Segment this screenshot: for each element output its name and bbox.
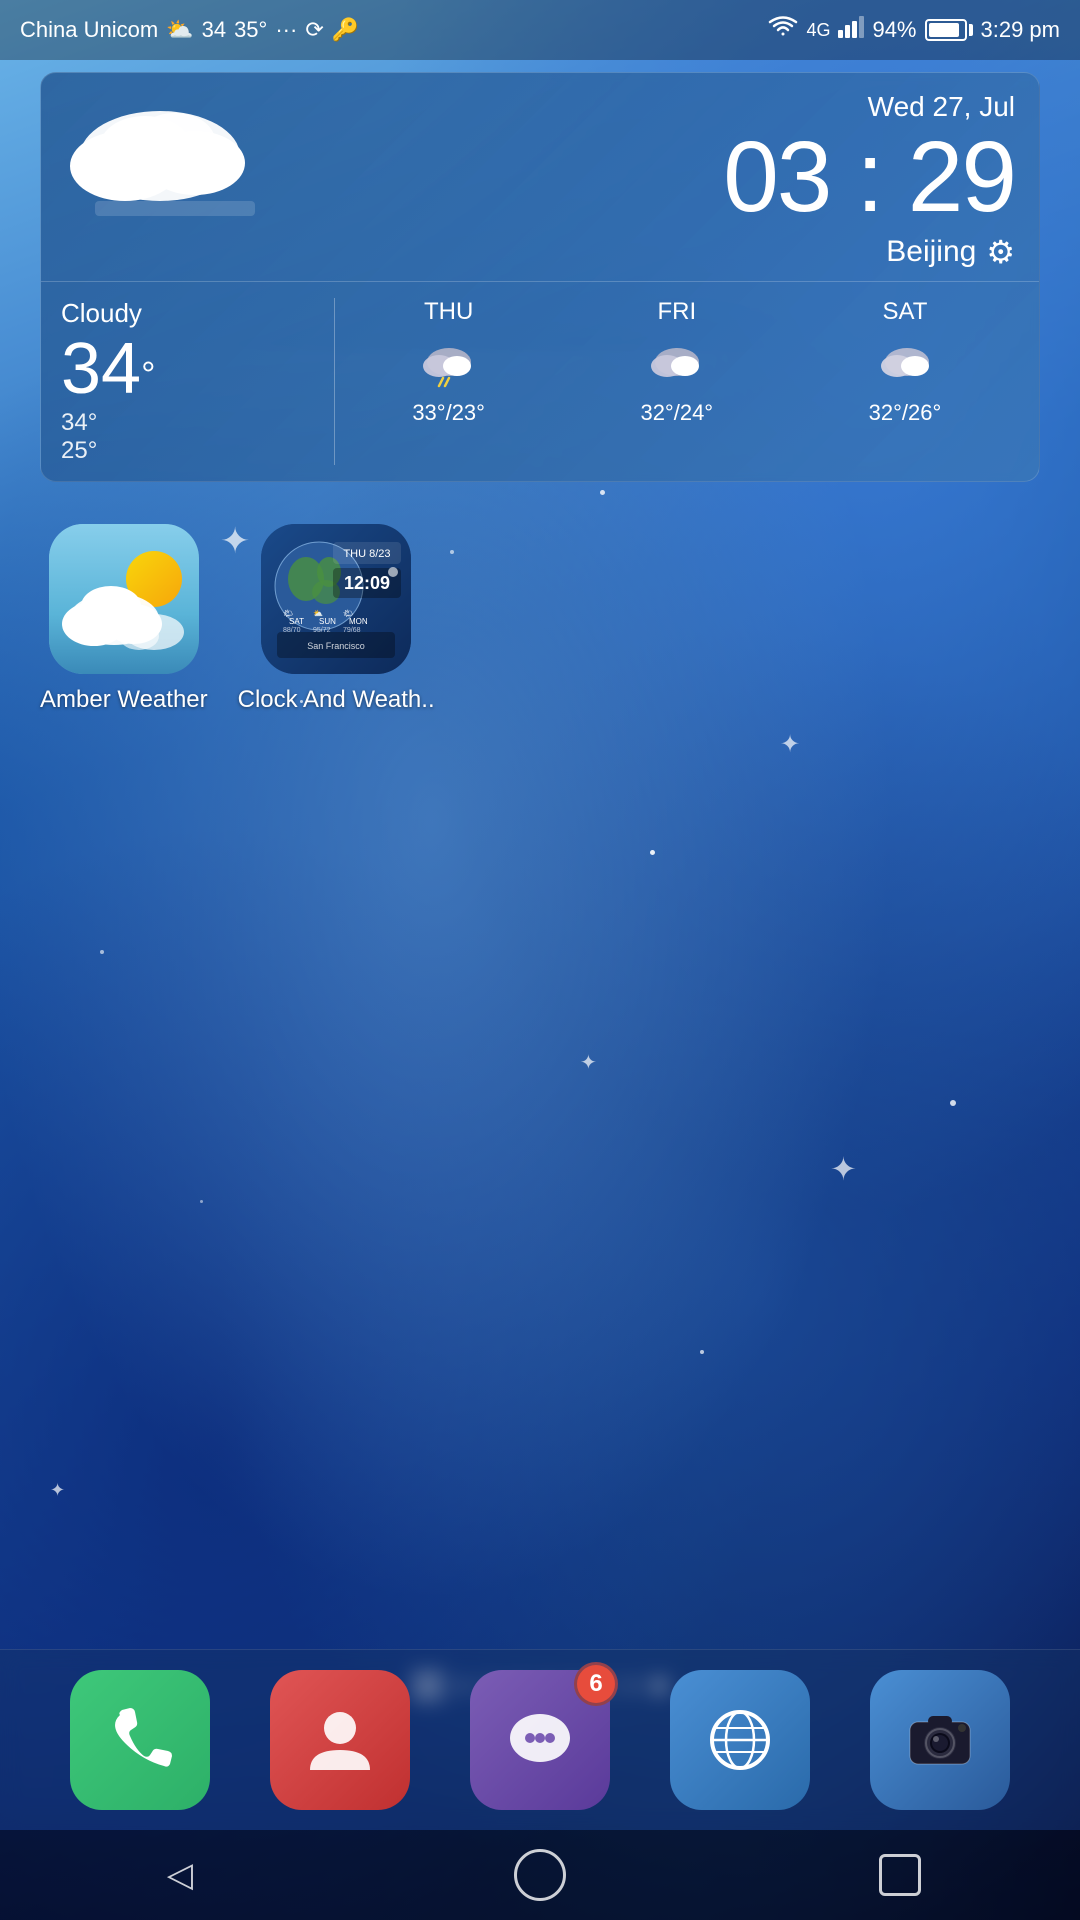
- nav-bar: ◁: [0, 1830, 1080, 1920]
- back-icon: ◁: [167, 1855, 193, 1895]
- wifi-icon: [768, 16, 798, 44]
- messages-badge: 6: [574, 1662, 618, 1706]
- svg-text:San Francisco: San Francisco: [307, 641, 365, 651]
- dock-contacts[interactable]: [270, 1670, 410, 1810]
- fri-label: FRI: [657, 298, 696, 326]
- carrier-name: China Unicom: [20, 17, 158, 43]
- dots: ···: [275, 17, 297, 43]
- thu-label: THU: [424, 298, 473, 326]
- sat-temps: 32°/26°: [869, 400, 942, 426]
- temp-range: 34° 25°: [61, 409, 316, 465]
- network-temp: 35°: [234, 17, 267, 43]
- widget-time: 03 : 29: [723, 127, 1015, 227]
- dock-browser[interactable]: [670, 1670, 810, 1810]
- sat-icon: [875, 334, 935, 394]
- browser-icon: [700, 1700, 780, 1780]
- dock: 6: [0, 1649, 1080, 1830]
- dock-camera[interactable]: [870, 1670, 1010, 1810]
- thu-icon: [419, 334, 479, 394]
- key-icon: 🔑: [332, 17, 359, 43]
- clock-weather-label: Clock And Weath..: [238, 686, 435, 714]
- cloud-illustration: [65, 91, 285, 221]
- amber-weather-icon-svg: [49, 524, 199, 674]
- sat-label: SAT: [882, 298, 927, 326]
- svg-text:MON: MON: [349, 617, 368, 626]
- svg-text:🌤: 🌤: [283, 609, 293, 618]
- current-temp-value: 34: [61, 329, 141, 409]
- dock-messages[interactable]: 6: [470, 1670, 610, 1810]
- thu-temps: 33°/23°: [412, 400, 485, 426]
- current-temp: 34: [202, 17, 226, 43]
- back-button[interactable]: ◁: [145, 1840, 215, 1910]
- degree-symbol: °: [141, 354, 155, 395]
- forecast-day-sat: SAT 32°/26°: [791, 298, 1019, 465]
- forecast-day-fri: FRI 32°/24°: [563, 298, 791, 465]
- forecast-row: Cloudy 34° 34° 25° THU 33°/23°: [41, 281, 1039, 481]
- clock-weather-icon-svg: THU 8/23 12:09 San Francisco SAT SUN MON…: [261, 524, 411, 674]
- status-bar: China Unicom ⛅ 34 35° ··· ⟳ 🔑 4G 94%: [0, 0, 1080, 60]
- phone-icon: [100, 1700, 180, 1780]
- cloud-area: [65, 91, 723, 221]
- home-button[interactable]: [505, 1840, 575, 1910]
- apps-grid: Amber Weather: [0, 494, 1080, 714]
- svg-text:⛅: ⛅: [313, 609, 323, 618]
- app-item-clock-weather[interactable]: THU 8/23 12:09 San Francisco SAT SUN MON…: [238, 524, 435, 714]
- forecast-day-thu: THU 33°/23°: [335, 298, 563, 465]
- home-icon: [514, 1849, 566, 1901]
- rotate-icon: ⟳: [305, 17, 323, 43]
- messages-icon: [500, 1700, 580, 1780]
- battery-percent: 94%: [872, 17, 916, 43]
- svg-text:SUN: SUN: [319, 617, 336, 626]
- svg-text:SAT: SAT: [289, 617, 304, 626]
- clock-weather-icon[interactable]: THU 8/23 12:09 San Francisco SAT SUN MON…: [261, 524, 411, 674]
- svg-text:12:09: 12:09: [344, 573, 390, 593]
- network-4g: 4G: [806, 20, 830, 41]
- svg-text:88/70: 88/70: [283, 627, 301, 634]
- recent-icon: [879, 1854, 921, 1896]
- weather-widget[interactable]: Wed 27, Jul 03 : 29 Beijing ⚙ Cloudy 34°…: [40, 72, 1040, 482]
- current-temp-display: 34°: [61, 333, 316, 405]
- settings-icon[interactable]: ⚙: [986, 233, 1015, 271]
- status-right: 4G 94% 3:29 pm: [768, 16, 1060, 44]
- svg-text:79/68: 79/68: [343, 627, 361, 634]
- recent-button[interactable]: [865, 1840, 935, 1910]
- amber-weather-label: Amber Weather: [40, 686, 208, 714]
- weather-icon: ⛅: [166, 17, 193, 43]
- svg-text:THU 8/23: THU 8/23: [344, 548, 391, 560]
- signal-bars: [838, 16, 864, 44]
- condition-label: Cloudy: [61, 298, 316, 329]
- fri-temps: 32°/24°: [640, 400, 713, 426]
- low-temp: 25°: [61, 437, 97, 464]
- location-name: Beijing: [886, 235, 976, 269]
- dock-phone[interactable]: [70, 1670, 210, 1810]
- location-row: Beijing ⚙: [723, 233, 1015, 271]
- app-item-amber-weather[interactable]: Amber Weather: [40, 524, 208, 714]
- widget-top: Wed 27, Jul 03 : 29 Beijing ⚙: [41, 73, 1039, 281]
- svg-text:95/72: 95/72: [313, 627, 331, 634]
- current-weather: Cloudy 34° 34° 25°: [61, 298, 335, 465]
- contacts-icon: [300, 1700, 380, 1780]
- datetime-area: Wed 27, Jul 03 : 29 Beijing ⚙: [723, 91, 1015, 271]
- high-temp: 34°: [61, 409, 97, 436]
- clock-time: 3:29 pm: [981, 17, 1061, 43]
- widget-date: Wed 27, Jul: [723, 91, 1015, 123]
- battery-icon: [925, 19, 973, 41]
- svg-text:🌤: 🌤: [343, 609, 353, 618]
- amber-weather-icon[interactable]: [49, 524, 199, 674]
- camera-icon: [900, 1700, 980, 1780]
- status-left: China Unicom ⛅ 34 35° ··· ⟳ 🔑: [20, 17, 359, 43]
- fri-icon: [647, 334, 707, 394]
